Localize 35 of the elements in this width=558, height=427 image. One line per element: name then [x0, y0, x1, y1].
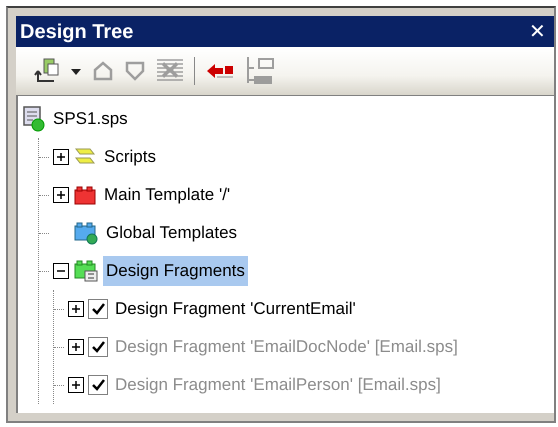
tree-item-label[interactable]: Main Template '/' [101, 180, 234, 210]
checkbox[interactable] [88, 375, 108, 395]
globe-block-icon [73, 220, 99, 246]
tree-item-label[interactable]: Design Fragment 'CurrentEmail' [112, 294, 359, 324]
plus-icon [56, 152, 66, 162]
plus-icon [56, 190, 66, 200]
checkmark-icon [91, 302, 105, 316]
expand-button[interactable] [53, 149, 69, 165]
expand-button[interactable] [68, 301, 84, 317]
window-title: Design Tree [20, 20, 134, 44]
tree-item-label[interactable]: Design Fragments [103, 256, 248, 286]
add-template-icon [32, 57, 60, 85]
checkbox[interactable] [88, 299, 108, 319]
expand-button[interactable] [53, 187, 69, 203]
checkbox[interactable] [88, 337, 108, 357]
tree-item-label[interactable]: Scripts [101, 142, 159, 172]
checkmark-icon [91, 340, 105, 354]
delete-block-icon [156, 58, 184, 84]
expand-button[interactable] [68, 377, 84, 393]
plus-icon [71, 304, 81, 314]
fragment-block-icon [73, 258, 99, 284]
tree-structure-icon [245, 56, 275, 86]
tree-item-label[interactable]: Global Templates [103, 218, 240, 248]
tree-item-label[interactable]: SPS1.sps [50, 104, 131, 134]
plus-icon [71, 342, 81, 352]
expand-button[interactable] [68, 339, 84, 355]
checkmark-icon [91, 378, 105, 392]
shield-outline-icon [124, 60, 146, 82]
document-icon [22, 106, 46, 132]
plus-icon [71, 380, 81, 390]
collapse-button[interactable] [53, 263, 69, 279]
close-button[interactable]: ✕ [525, 22, 550, 42]
toolbar-button[interactable] [32, 57, 60, 85]
template-block-icon [73, 184, 97, 206]
house-outline-icon [92, 60, 114, 82]
